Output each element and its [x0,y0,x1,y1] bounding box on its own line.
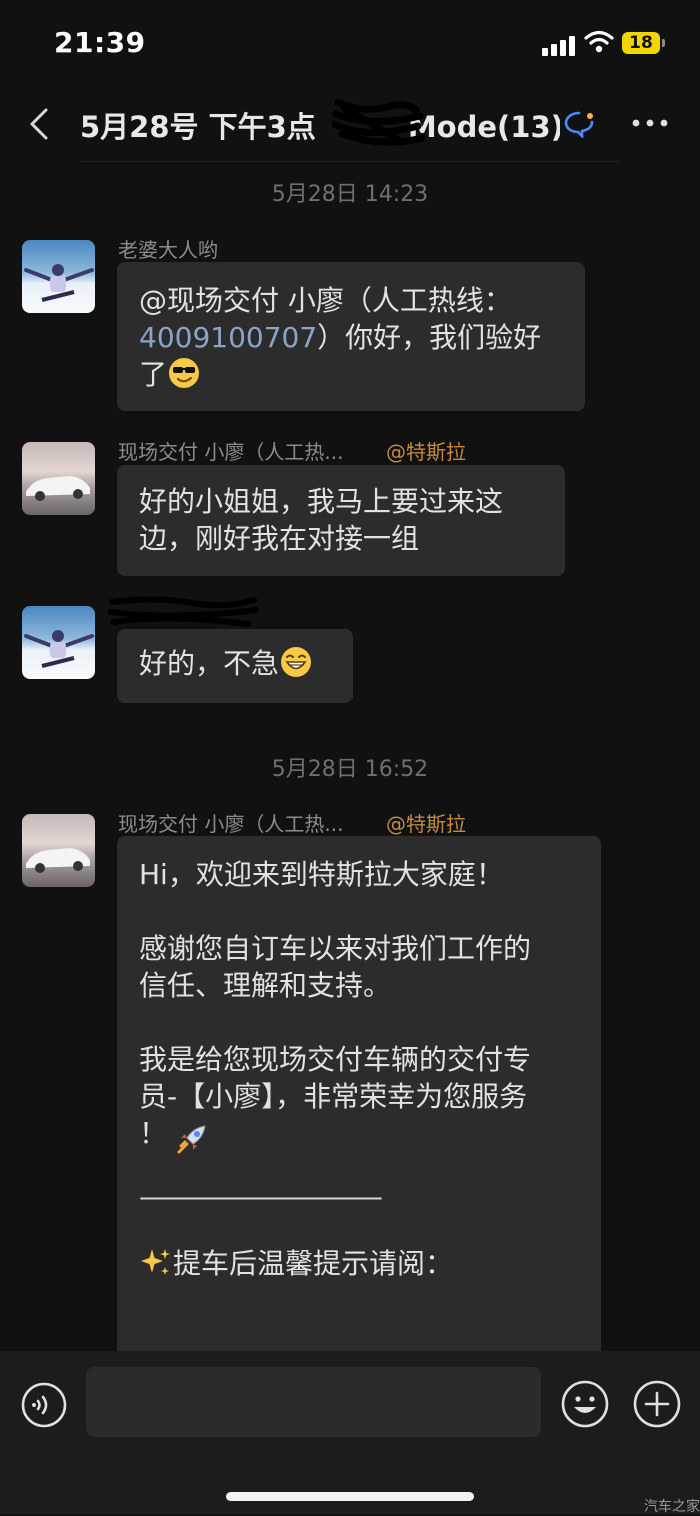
redacted-sender-scribble [108,596,259,627]
chat-header: 5月28号 下午3点 Mode(13) [0,88,700,162]
avatar-person-snow-image [24,264,94,302]
message-text: 好的小姐姐，我马上要过来这边，刚好我在对接一组 [139,485,504,555]
avatar[interactable] [22,814,95,887]
battery-cap [662,39,665,47]
message-timestamp: 5月28日 16:52 [271,757,429,782]
tip-text: 提车后温馨提示请阅： [173,1247,454,1280]
message-input[interactable] [86,1367,541,1437]
header-divider [80,161,620,162]
smiley-icon [561,1380,609,1428]
chat-title-left: 5月28号 下午3点 [80,110,316,144]
more-options-button[interactable] [630,108,670,138]
wifi-icon [584,30,614,53]
avatar[interactable] [22,606,95,679]
composer-bar: 汽车之家 [0,1351,700,1515]
voice-input-button[interactable] [20,1381,68,1433]
message-bubble[interactable]: 好的，不急 [117,629,353,703]
avatar[interactable] [22,442,95,515]
home-indicator [226,1492,474,1501]
mention-tag[interactable]: @特斯拉 [386,808,466,837]
avatar-person-snow-image [24,630,94,668]
message-sender: 老婆大人哟 [118,238,218,262]
battery-icon: 18 [622,32,660,54]
more-dots-icon [632,119,668,127]
avatar-car-image [26,476,90,501]
divider-line: —————————— [139,1180,383,1213]
status-bar: 21:39 18 [0,0,700,88]
plus-icon [633,1380,681,1428]
back-button[interactable] [24,106,58,142]
watermark: 汽车之家 [644,1499,700,1515]
chat-bubble-icon [564,111,594,138]
chevron-left-icon [30,108,48,140]
message-text: @现场交付 小廖（人工热线： [139,284,512,317]
message-text: 好的，不急 [139,647,280,680]
chat-title[interactable]: 5月28号 下午3点 Mode(13) [80,104,560,146]
message-text: Hi，欢迎来到特斯拉大家庭！ 感谢您自订车以来对我们工作的 信任、理解和支持。 … [139,858,532,1150]
grinning-emoji-icon [281,647,312,677]
message-bubble[interactable]: 好的小姐姐，我马上要过来这边，刚好我在对接一组 [117,465,565,576]
phone-number-link[interactable]: 4009100707 [139,321,317,354]
member-count: (13) [497,110,560,144]
message-sender: 现场交付 小廖（人工热... [118,440,344,464]
status-time: 21:39 [54,26,146,59]
rocket-emoji-icon [177,1125,206,1154]
avatar-car-image [26,848,90,873]
message-sender: 现场交付 小廖（人工热... [118,812,344,836]
redaction-scribble [332,98,426,146]
voice-icon [21,1382,67,1428]
more-actions-button[interactable] [632,1379,682,1433]
sunglasses-emoji-icon [169,358,200,388]
avatar[interactable] [22,240,95,313]
cellular-signal-icon [542,34,576,56]
message-bubble[interactable]: Hi，欢迎来到特斯拉大家庭！ 感谢您自订车以来对我们工作的 信任、理解和支持。 … [117,836,601,1376]
mention-tag[interactable]: @特斯拉 [386,436,466,465]
message-bubble[interactable]: @现场交付 小廖（人工热线：4009100707）你好，我们验好了 [117,262,585,411]
tip-line: 提车后温馨提示请阅： [139,1245,579,1282]
emoji-button[interactable] [560,1379,610,1433]
sparkles-emoji-icon [141,1249,170,1275]
message-timestamp: 5月28日 14:23 [271,182,429,207]
